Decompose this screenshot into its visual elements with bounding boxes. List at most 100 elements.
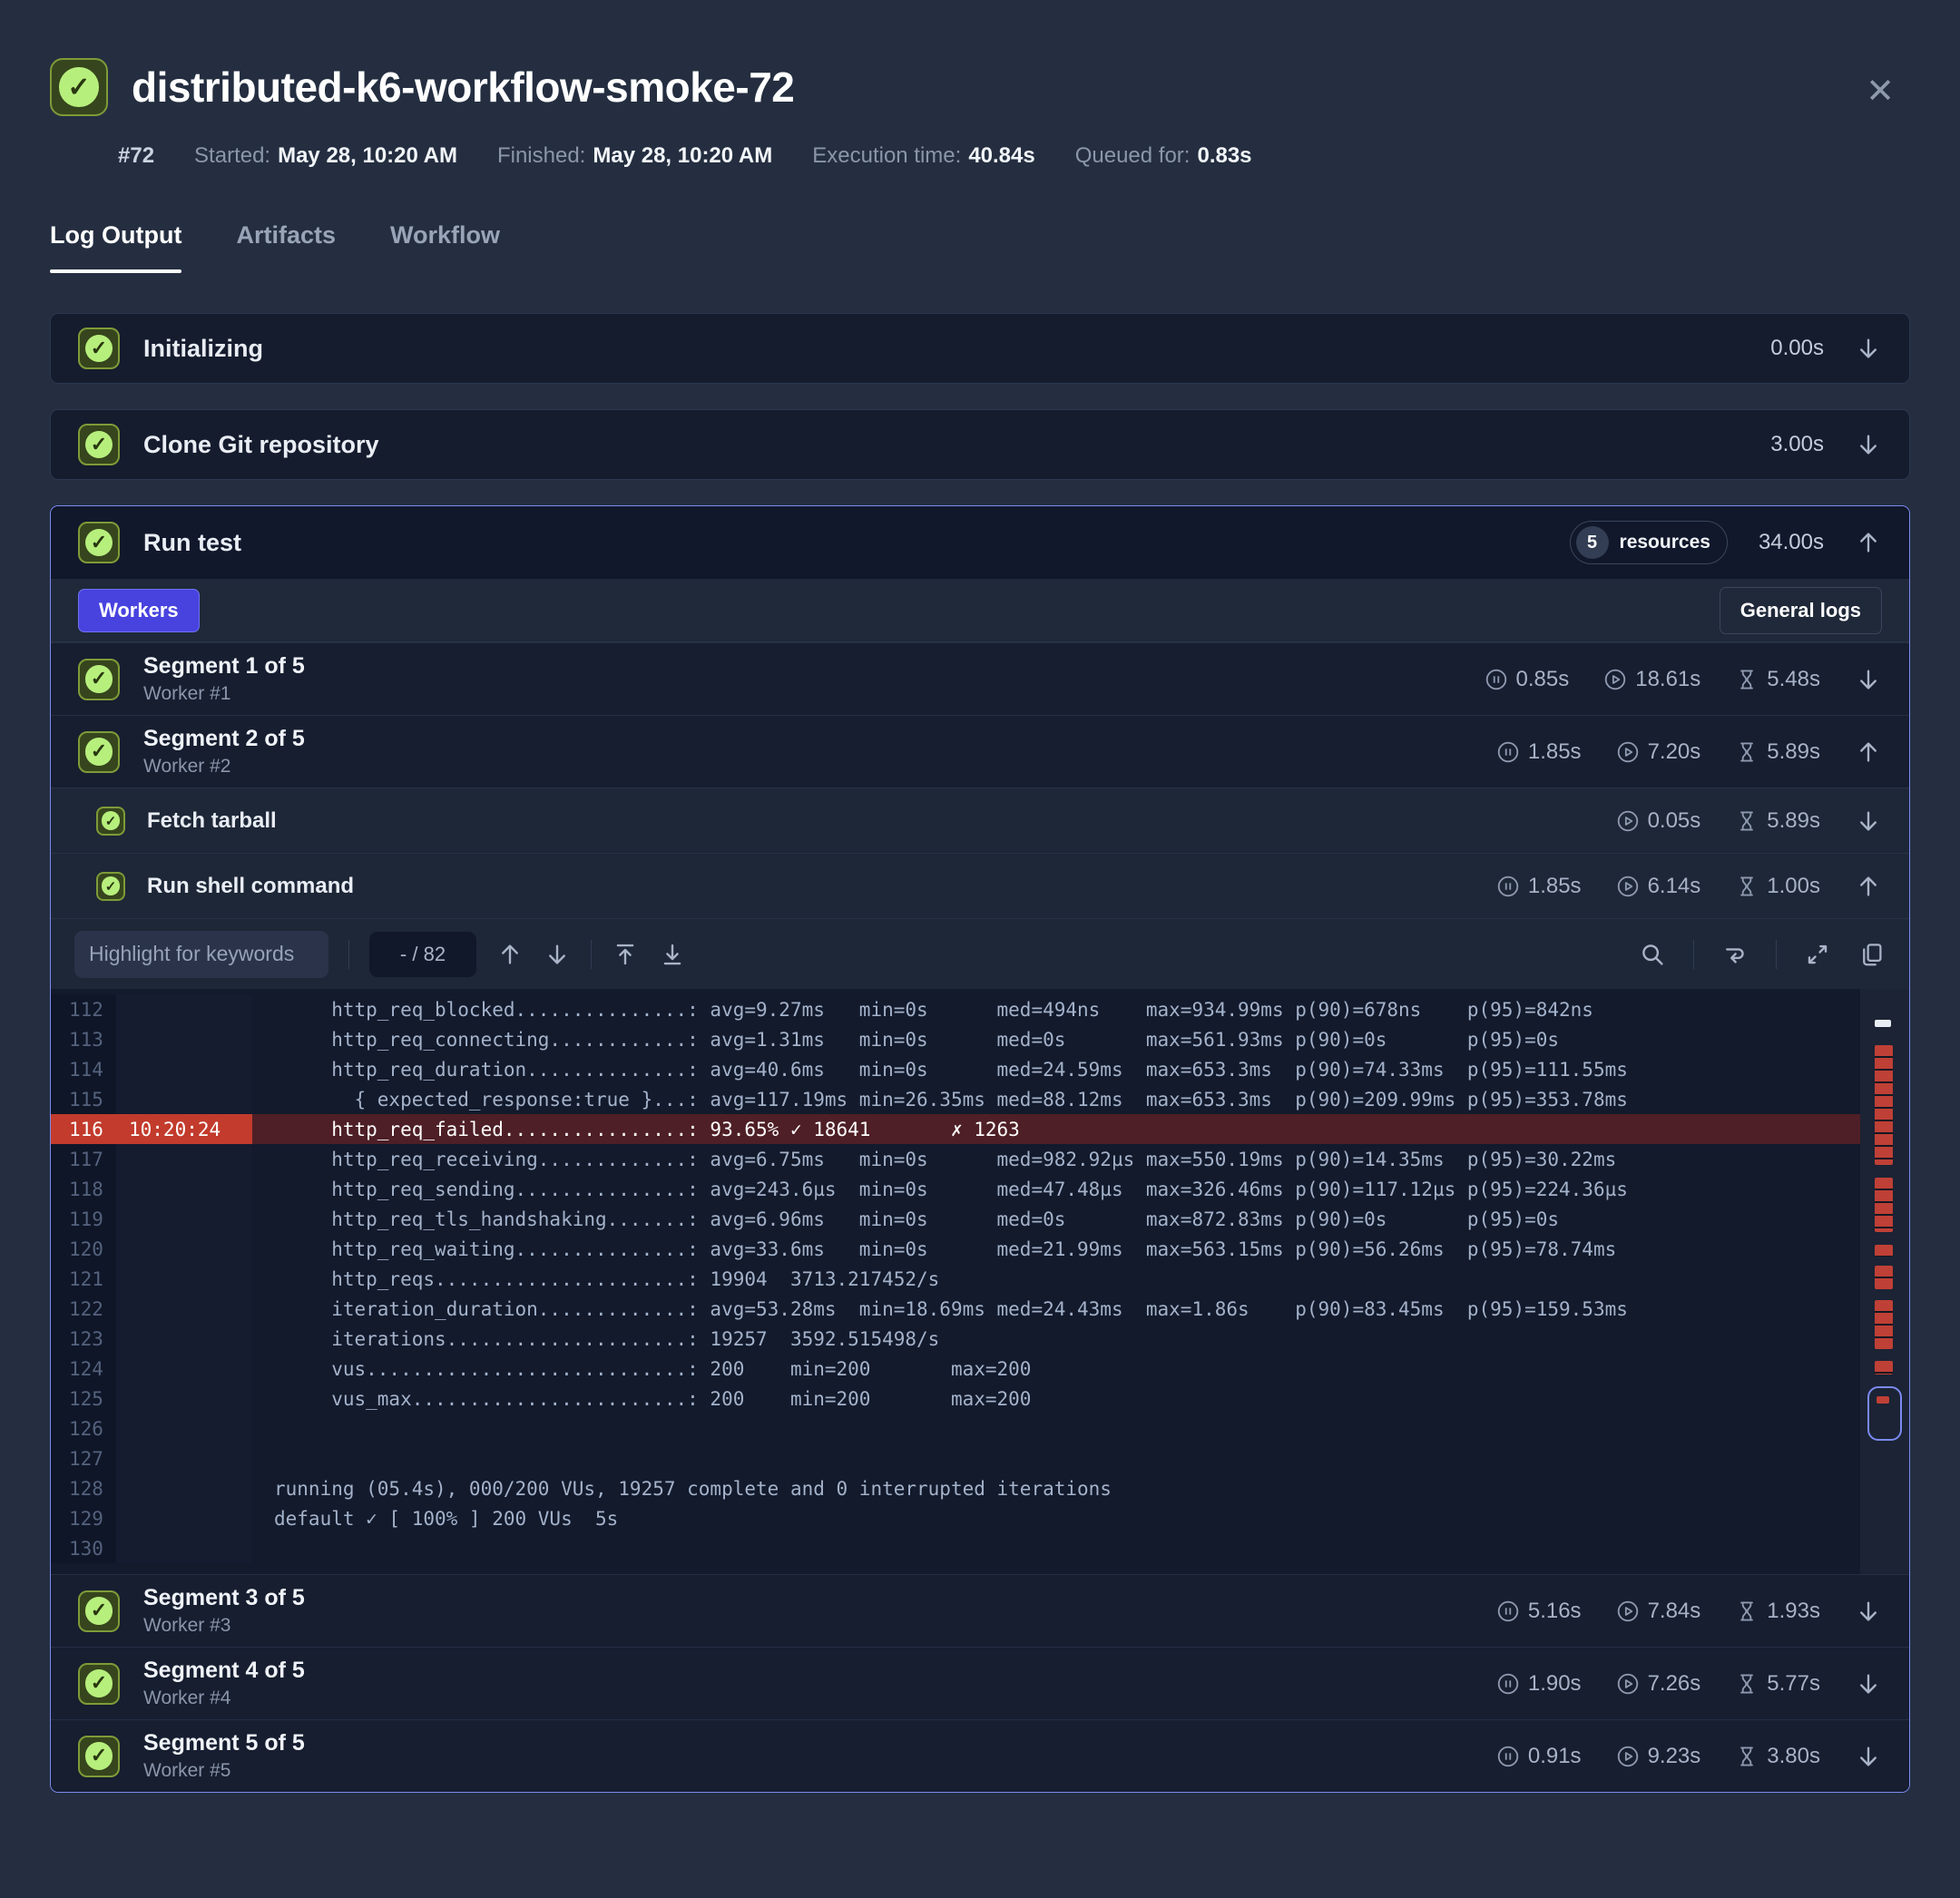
chevron-down-icon[interactable] — [1855, 1670, 1882, 1697]
run-number: #72 — [118, 143, 154, 169]
success-check-icon: ✓ — [50, 58, 108, 116]
general-logs-button[interactable]: General logs — [1720, 587, 1882, 634]
segment-row-1[interactable]: ✓ Segment 1 of 5Worker #1 0.85s 18.61s 5… — [51, 642, 1909, 715]
success-check-icon: ✓ — [78, 424, 120, 465]
workers-button[interactable]: Workers — [78, 589, 200, 632]
pause-circle-icon — [1496, 1600, 1520, 1623]
log-line: 127 — [51, 1443, 1909, 1473]
divider — [348, 940, 349, 969]
log-line: 122 iteration_duration.............: avg… — [51, 1294, 1909, 1324]
substep-row-run-shell-command[interactable]: ✓ Run shell command 1.85s 6.14s 1.00s — [51, 853, 1909, 918]
play-circle-icon — [1603, 668, 1627, 691]
step-header-run-test[interactable]: ✓ Run test 5 resources 34.00s — [51, 506, 1909, 579]
success-check-icon: ✓ — [96, 807, 125, 836]
wait-duration: 5.48s — [1735, 667, 1820, 692]
step-card-run-test: ✓ Run test 5 resources 34.00s Workers Ge… — [50, 505, 1910, 1793]
step-header-initializing[interactable]: ✓ Initializing 0.00s — [51, 314, 1909, 383]
tab-artifacts[interactable]: Artifacts — [236, 221, 336, 273]
wait-duration: 1.00s — [1735, 874, 1820, 899]
scroll-to-top-icon[interactable] — [612, 941, 639, 968]
log-minimap-scrollbar[interactable] — [1860, 989, 1909, 1574]
scroll-to-bottom-icon[interactable] — [659, 941, 686, 968]
log-line: 128running (05.4s), 000/200 VUs, 19257 c… — [51, 1473, 1909, 1503]
pause-circle-icon — [1496, 875, 1520, 898]
run-duration: 6.14s — [1616, 874, 1701, 899]
chevron-down-icon[interactable] — [1855, 666, 1882, 693]
wait-duration: 3.80s — [1735, 1744, 1820, 1769]
keyword-search-box[interactable] — [74, 931, 328, 978]
resources-badge[interactable]: 5 resources — [1570, 521, 1728, 564]
chevron-up-icon[interactable] — [1855, 873, 1882, 900]
chevron-down-icon[interactable] — [1855, 807, 1882, 835]
pause-circle-icon — [1485, 668, 1508, 691]
log-line: 113 http_req_connecting............: avg… — [51, 1024, 1909, 1054]
log-line-error: 11610:20:24 http_req_failed.............… — [51, 1114, 1909, 1144]
success-check-icon: ✓ — [78, 1663, 120, 1705]
paused-duration: 0.91s — [1496, 1744, 1582, 1769]
previous-match-icon[interactable] — [496, 941, 524, 968]
fullscreen-icon[interactable] — [1804, 941, 1831, 968]
tab-log-output[interactable]: Log Output — [50, 221, 181, 273]
segment-row-5[interactable]: ✓ Segment 5 of 5Worker #5 0.91s 9.23s 3.… — [51, 1719, 1909, 1792]
step-header-clone[interactable]: ✓ Clone Git repository 3.00s — [51, 410, 1909, 479]
log-line: 129default ✓ [ 100% ] 200 VUs 5s — [51, 1503, 1909, 1533]
minimap-error-marker — [1875, 1300, 1893, 1349]
chevron-up-icon[interactable] — [1855, 529, 1882, 556]
log-line: 125 vus_max........................: 200… — [51, 1384, 1909, 1414]
log-line: 118 http_req_sending...............: avg… — [51, 1174, 1909, 1204]
log-line: 115 { expected_response:true }...: avg=1… — [51, 1084, 1909, 1114]
success-check-icon: ✓ — [78, 328, 120, 369]
tab-workflow[interactable]: Workflow — [390, 221, 500, 273]
log-line: 124 vus............................: 200… — [51, 1354, 1909, 1384]
run-details-panel: ✓ distributed-k6-workflow-smoke-72 ✕ #72… — [0, 0, 1960, 1793]
log-line: 119 http_req_tls_handshaking.......: avg… — [51, 1204, 1909, 1234]
step-card-clone: ✓ Clone Git repository 3.00s — [50, 409, 1910, 480]
wait-duration: 5.89s — [1735, 739, 1820, 765]
header: ✓ distributed-k6-workflow-smoke-72 — [50, 58, 1910, 116]
page-title: distributed-k6-workflow-smoke-72 — [132, 63, 794, 112]
finished-meta: Finished:May 28, 10:20 AM — [497, 143, 772, 169]
paused-duration: 1.85s — [1496, 874, 1582, 899]
success-check-icon: ✓ — [96, 872, 125, 901]
substep-row-fetch-tarball[interactable]: ✓ Fetch tarball 0.05s 5.89s — [51, 788, 1909, 853]
search-icon[interactable] — [1639, 941, 1666, 968]
copy-icon[interactable] — [1858, 941, 1886, 968]
minimap-viewport-thumb[interactable] — [1867, 1386, 1902, 1441]
close-icon[interactable]: ✕ — [1866, 74, 1895, 109]
keyword-search-input[interactable] — [89, 942, 358, 966]
execution-time-meta: Execution time:40.84s — [812, 143, 1034, 169]
segment-row-2[interactable]: ✓ Segment 2 of 5Worker #2 1.85s 7.20s 5.… — [51, 715, 1909, 788]
log-line: 120 http_req_waiting...............: avg… — [51, 1234, 1909, 1264]
wrap-lines-icon[interactable] — [1721, 941, 1749, 968]
tab-bar: Log Output Artifacts Workflow — [50, 221, 1910, 273]
chevron-up-icon[interactable] — [1855, 739, 1882, 766]
resources-label: resources — [1620, 532, 1710, 553]
hourglass-icon — [1735, 809, 1759, 833]
chevron-down-icon[interactable] — [1855, 1598, 1882, 1625]
success-check-icon: ✓ — [78, 659, 120, 700]
chevron-down-icon[interactable] — [1855, 431, 1882, 458]
run-duration: 7.20s — [1616, 739, 1701, 765]
segment-row-3[interactable]: ✓ Segment 3 of 5Worker #3 5.16s 7.84s 1.… — [51, 1574, 1909, 1647]
run-duration: 7.84s — [1616, 1599, 1701, 1624]
wait-duration: 5.77s — [1735, 1671, 1820, 1697]
log-line: 130 — [51, 1533, 1909, 1563]
log-line: 117 http_req_receiving.............: avg… — [51, 1144, 1909, 1174]
chevron-down-icon[interactable] — [1855, 335, 1882, 362]
run-duration: 9.23s — [1616, 1744, 1701, 1769]
hourglass-icon — [1735, 1600, 1759, 1623]
divider — [1693, 940, 1694, 969]
minimap-current-marker — [1875, 1020, 1891, 1027]
segment-row-4[interactable]: ✓ Segment 4 of 5Worker #4 1.90s 7.26s 5.… — [51, 1647, 1909, 1719]
next-match-icon[interactable] — [544, 941, 571, 968]
play-circle-icon — [1616, 740, 1640, 764]
paused-duration: 5.16s — [1496, 1599, 1582, 1624]
log-line: 114 http_req_duration..............: avg… — [51, 1054, 1909, 1084]
chevron-down-icon[interactable] — [1855, 1743, 1882, 1770]
play-circle-icon — [1616, 875, 1640, 898]
match-counter: - / 82 — [369, 932, 476, 977]
wait-duration: 1.93s — [1735, 1599, 1820, 1624]
queued-meta: Queued for:0.83s — [1075, 143, 1252, 169]
play-circle-icon — [1616, 809, 1640, 833]
pause-circle-icon — [1496, 740, 1520, 764]
